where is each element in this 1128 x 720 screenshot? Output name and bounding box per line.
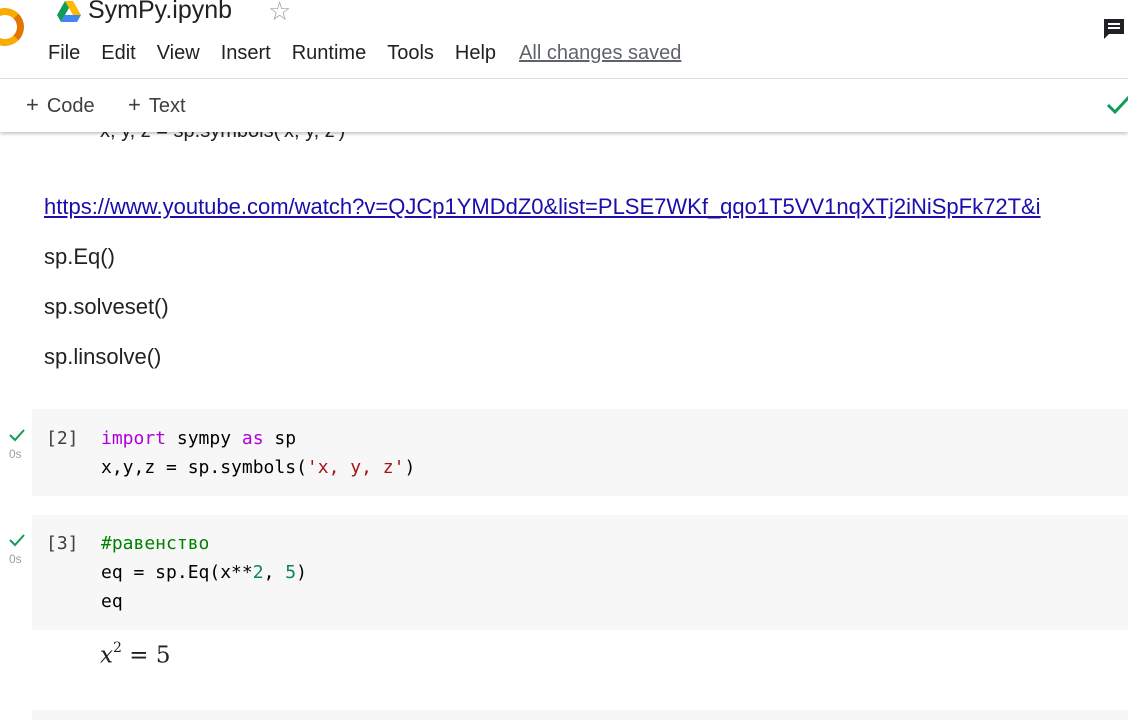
menu-help[interactable]: Help: [455, 42, 496, 65]
google-drive-icon: [57, 1, 81, 22]
menu-runtime[interactable]: Runtime: [292, 42, 366, 65]
markdown-line: sp.solveset(): [44, 294, 169, 319]
code-line[interactable]: eq: [101, 591, 123, 612]
add-text-label: Text: [148, 95, 186, 117]
menu-view[interactable]: View: [157, 42, 200, 65]
output-exponent: 2: [112, 640, 122, 656]
exec-time: 0s: [9, 552, 22, 566]
code-text: ): [404, 457, 416, 478]
output-rhs: 5: [155, 642, 171, 669]
add-code-cell-button[interactable]: + Code: [26, 92, 95, 118]
markdown-line: sp.linsolve(): [44, 344, 162, 369]
cut-off-text: x, y, z = sp.symbols('x, y, z'): [100, 132, 345, 143]
plus-icon: +: [128, 92, 141, 117]
notebook-body: x, y, z = sp.symbols('x, y, z') https://…: [0, 132, 1128, 720]
output-base: x: [100, 642, 113, 669]
exec-count: [2]: [46, 428, 79, 449]
menu-edit[interactable]: Edit: [101, 42, 135, 65]
code-text: ): [296, 562, 307, 583]
code-keyword: import: [101, 428, 167, 449]
notebook-title[interactable]: SymPy.ipynb: [88, 0, 232, 25]
code-text: x,y,z = sp.symbols(: [101, 457, 307, 478]
star-icon[interactable]: ☆: [268, 0, 291, 27]
code-comment: #равенство: [101, 533, 210, 554]
code-text: ,: [263, 562, 286, 583]
add-code-label: Code: [46, 95, 95, 117]
code-number: 5: [285, 562, 297, 583]
code-text: eq = sp.Eq(x**: [101, 562, 253, 583]
app-header: SymPy.ipynb ☆ File Edit View Insert Runt…: [0, 0, 1128, 78]
plus-icon: +: [26, 92, 39, 117]
exec-count: [3]: [46, 533, 79, 554]
youtube-link[interactable]: https://www.youtube.com/watch?v=QJCp1YMD…: [44, 194, 1041, 220]
code-number: 2: [252, 562, 264, 583]
menu-bar: File Edit View Insert Runtime Tools Help…: [48, 42, 681, 65]
code-string: 'x, y, z': [306, 457, 405, 478]
menu-file[interactable]: File: [48, 42, 80, 65]
menu-insert[interactable]: Insert: [221, 42, 271, 65]
colab-logo[interactable]: [0, 8, 24, 46]
output-equals: =: [129, 642, 149, 669]
code-cell[interactable]: [32, 710, 1128, 720]
cell-status[interactable]: [9, 428, 29, 442]
comment-icon[interactable]: [1101, 16, 1127, 42]
notebook-toolbar: + Code + Text: [0, 78, 1128, 132]
code-line[interactable]: eq = sp.Eq(x**2, 5): [101, 562, 307, 583]
check-icon: [9, 534, 25, 547]
code-text: sympy: [166, 428, 242, 449]
markdown-line: sp.Eq(): [44, 244, 115, 269]
exec-time: 0s: [9, 447, 22, 461]
code-keyword: as: [241, 428, 264, 449]
cell-output: x2 = 5: [100, 640, 171, 669]
menu-tools[interactable]: Tools: [387, 42, 434, 65]
code-cell[interactable]: [32, 409, 1128, 496]
cell-status[interactable]: [9, 533, 29, 547]
code-line[interactable]: import sympy as sp: [101, 428, 296, 449]
code-text: sp: [263, 428, 297, 449]
code-line[interactable]: #равенство: [101, 533, 209, 554]
code-line[interactable]: x,y,z = sp.symbols('x, y, z'): [101, 457, 415, 478]
code-text: eq: [101, 591, 123, 612]
check-icon: [9, 429, 25, 442]
add-text-cell-button[interactable]: + Text: [128, 92, 186, 118]
save-status-link[interactable]: All changes saved: [519, 42, 681, 65]
check-icon[interactable]: [1106, 92, 1128, 116]
